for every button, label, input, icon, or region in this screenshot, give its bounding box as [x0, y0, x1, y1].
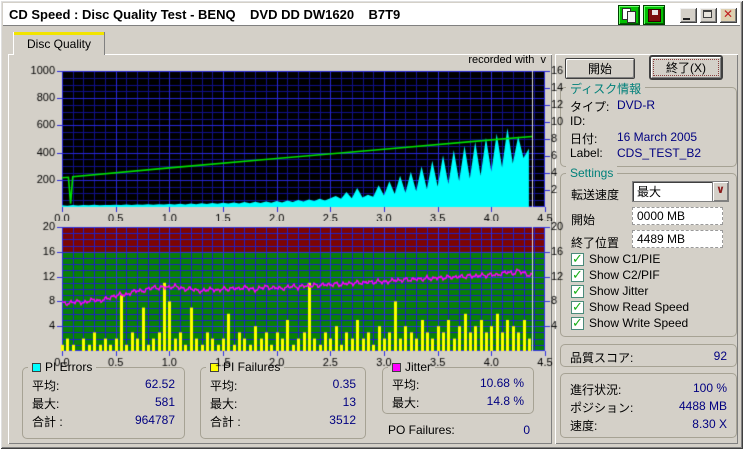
checkbox-show-c2-pif[interactable]: ✓Show C2/PIF — [571, 268, 660, 282]
recorded-with-note: recorded with v — [380, 54, 546, 66]
end-position-label: 終了位置 — [571, 234, 619, 251]
checkbox-show-c1-pie[interactable]: ✓Show C1/PIE — [571, 252, 660, 266]
disc-info-title: ディスク情報 — [566, 80, 645, 97]
close-icon: ✕ — [719, 7, 737, 22]
progress-value: 100 % — [693, 381, 727, 398]
checkbox-icon: ✓ — [571, 301, 584, 314]
disc-info-label: 日付: — [570, 130, 617, 147]
checkbox-icon: ✓ — [571, 269, 584, 282]
disc-label-value: CDS_TEST_B2 — [617, 146, 701, 160]
speed-value: 8.30 X — [692, 417, 727, 434]
po-failures-label: PO Failures: — [388, 423, 455, 437]
stat-label: 平均: — [32, 377, 59, 394]
check-icon: ✓ — [572, 283, 583, 299]
quality-score-value: 92 — [714, 349, 727, 366]
stat-label: 平均: — [210, 377, 237, 394]
settings-title: Settings — [566, 166, 617, 180]
minimize-icon — [683, 18, 690, 20]
checkbox-show-jitter[interactable]: ✓Show Jitter — [571, 284, 648, 298]
po-failures-row: PO Failures: 0 — [388, 423, 530, 437]
check-icon: ✓ — [572, 267, 583, 283]
progress-box: 進行状況: 100 % ポジション: 4488 MB 速度: 8.30 X — [560, 373, 737, 438]
stat-label: 合計 : — [210, 413, 241, 430]
disc-info-box: ディスク情報 タイプ:DVD-R ID: 日付:16 March 2005 La… — [560, 87, 737, 167]
minimize-button[interactable] — [679, 7, 697, 23]
checkbox-show-write-speed[interactable]: ✓Show Write Speed — [571, 316, 688, 330]
title-bar: CD Speed : Disc Quality Test - BENQ DVD … — [3, 3, 740, 26]
stat-value: 0.35 — [333, 377, 356, 394]
start-position-label: 開始 — [571, 211, 595, 228]
disc-type-value: DVD-R — [617, 98, 655, 115]
app-window: CD Speed : Disc Quality Test - BENQ DVD … — [0, 0, 743, 449]
po-failures-value: 0 — [523, 423, 530, 437]
disc-info-label: ID: — [570, 114, 617, 128]
checkbox-icon: ✓ — [571, 285, 584, 298]
stat-value: 964787 — [135, 413, 175, 430]
transfer-speed-select[interactable]: 最大 ∨ — [632, 181, 729, 202]
pi-errors-chart — [24, 63, 569, 221]
maximize-button[interactable] — [699, 7, 717, 23]
pi-errors-stats-box: PI Errors 平均:62.52 最大:581 合計 :964787 — [22, 367, 185, 439]
end-position-field[interactable]: 4489 MB — [632, 230, 723, 248]
pi-failures-stats-box: PI Failures 平均:0.35 最大:13 合計 :3512 — [200, 367, 366, 439]
settings-box: Settings 転送速度 最大 ∨ 開始 0000 MB 終了位置 4489 … — [560, 173, 737, 337]
stat-value: 581 — [155, 395, 175, 412]
chevron-down-icon: ∨ — [713, 182, 728, 201]
window-title: CD Speed : Disc Quality Test - BENQ DVD … — [3, 7, 400, 22]
stat-label: 最大: — [32, 395, 59, 412]
save-button[interactable] — [643, 5, 665, 25]
stat-label: 合計 : — [32, 413, 63, 430]
quality-score-label: 品質スコア: — [570, 349, 633, 366]
exit-button[interactable]: 終了(X) — [650, 56, 722, 79]
start-position-field[interactable]: 0000 MB — [632, 207, 723, 225]
speed-label: 速度: — [570, 417, 597, 434]
position-value: 4488 MB — [679, 399, 727, 416]
titlebar-controls: ✕ — [615, 4, 737, 25]
copy-button[interactable] — [618, 5, 640, 25]
stat-label: 最大: — [210, 395, 237, 412]
checkbox-show-read-speed[interactable]: ✓Show Read Speed — [571, 300, 689, 314]
stat-label: 平均: — [392, 376, 419, 393]
start-button[interactable]: 開始 — [565, 58, 635, 79]
check-icon: ✓ — [572, 299, 583, 315]
tab-label: Disc Quality — [14, 35, 104, 51]
stat-label: 最大: — [392, 394, 419, 411]
stat-value: 13 — [343, 395, 356, 412]
quality-score-box: 品質スコア: 92 — [560, 344, 737, 367]
stat-value: 14.8 % — [487, 394, 524, 411]
tab-disc-quality[interactable]: Disc Quality — [13, 32, 105, 55]
stat-value: 62.52 — [145, 377, 175, 394]
transfer-speed-label: 転送速度 — [571, 186, 619, 203]
check-icon: ✓ — [572, 315, 583, 331]
transfer-speed-value: 最大 — [633, 183, 712, 200]
stat-value: 10.68 % — [480, 376, 524, 393]
progress-label: 進行状況: — [570, 381, 621, 398]
combo-dropdown-button[interactable]: ∨ — [712, 182, 728, 201]
disc-info-label: Label: — [570, 146, 617, 160]
maximize-icon — [703, 10, 712, 18]
checkbox-icon: ✓ — [571, 317, 584, 330]
check-icon: ✓ — [572, 251, 583, 267]
checkbox-icon: ✓ — [571, 253, 584, 266]
disc-info-label: タイプ: — [570, 98, 617, 115]
position-label: ポジション: — [570, 399, 633, 416]
close-button[interactable]: ✕ — [719, 7, 737, 23]
stat-value: 3512 — [329, 413, 356, 430]
pi-failures-jitter-chart — [24, 221, 569, 371]
disc-date-value: 16 March 2005 — [617, 130, 697, 147]
jitter-stats-box: Jitter 平均:10.68 % 最大:14.8 % — [382, 367, 534, 414]
